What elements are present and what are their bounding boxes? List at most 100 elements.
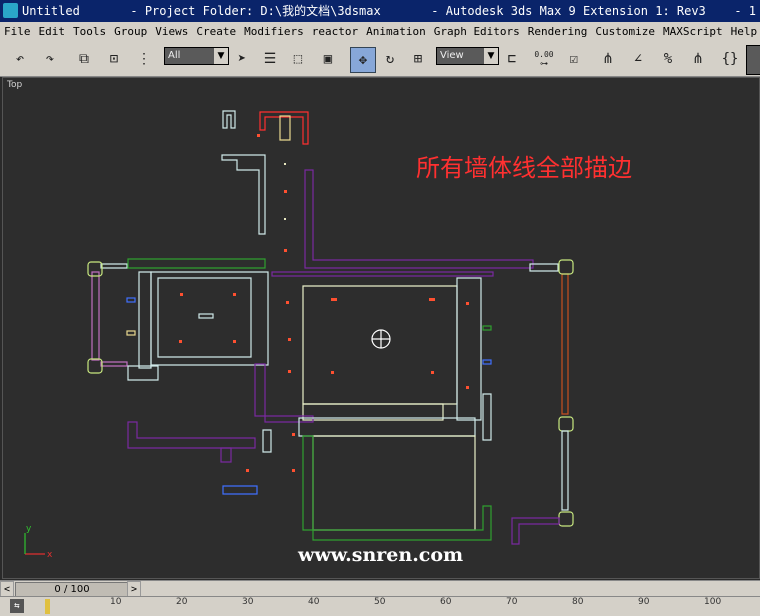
window-title: Untitled - Project Folder: D:\我的文档\3dsma…: [22, 0, 706, 22]
chevron-down-icon: ▼: [214, 48, 228, 64]
select-and-link-icon[interactable]: ⧉: [72, 47, 96, 71]
selection-filter-value: All: [168, 50, 181, 61]
wall-outline: [482, 393, 492, 441]
top-viewport[interactable]: Top y x 所有墙体线全部描边 www.snren.com: [2, 77, 760, 579]
ref-coord-value: View: [440, 50, 464, 61]
axis-y-label: y: [26, 524, 32, 534]
menu-customize[interactable]: Customize: [591, 22, 659, 42]
wall-outline: [91, 271, 100, 361]
snap-icon: ⊶: [540, 59, 548, 68]
menu-rendering[interactable]: Rendering: [524, 22, 592, 42]
select-by-name-icon[interactable]: ☰: [258, 47, 282, 71]
unlink-selection-icon[interactable]: ⊡: [102, 47, 126, 71]
tick-label: 100: [704, 597, 722, 607]
title-bar: Untitled - Project Folder: D:\我的文档\3dsma…: [0, 0, 760, 22]
title-app: - Autodesk 3ds Max 9 Extension 1: Rev3: [431, 4, 706, 18]
select-and-scale-icon[interactable]: ⊞: [406, 47, 430, 71]
percent-snap-icon[interactable]: %: [656, 47, 680, 71]
wall-outline: [259, 111, 309, 145]
title-tail: - 1: [734, 4, 756, 18]
menu-maxscript[interactable]: MAXScript: [659, 22, 727, 42]
column-node: [558, 259, 574, 275]
time-slider[interactable]: 0 / 100: [15, 582, 129, 597]
wall-outline: [304, 169, 534, 269]
window-mark: [126, 297, 136, 303]
wall-outline: [254, 363, 266, 417]
tick-label: 20: [176, 597, 188, 607]
tick-label: 60: [440, 597, 452, 607]
menu-animation[interactable]: Animation: [362, 22, 430, 42]
next-frame-button[interactable]: >: [127, 581, 141, 597]
window-mark: [482, 359, 492, 365]
key-mode-icon[interactable]: ⇆: [10, 599, 24, 613]
column-node: [558, 416, 574, 432]
wall-outline: [127, 421, 256, 449]
tick-label: 30: [242, 597, 254, 607]
wall-outline: [220, 447, 232, 463]
menu-modifiers[interactable]: Modifiers: [240, 22, 308, 42]
snap-value: 0.00: [534, 50, 554, 59]
menu-tools[interactable]: Tools: [69, 22, 110, 42]
wall-outline: [100, 263, 128, 269]
window-crossing-icon[interactable]: ▣: [316, 47, 340, 71]
fixture-mark: [198, 313, 214, 319]
main-toolbar: ↶ ↷ ⧉ ⊡ ⋮ All ▼ ➤ ☰ ⬚ ▣ ✥ ↻ ⊞ View ▼ ⊏ 0…: [0, 42, 760, 77]
menu-help[interactable]: Help: [727, 22, 760, 42]
menu-create[interactable]: Create: [192, 22, 240, 42]
select-and-rotate-icon[interactable]: ↻: [378, 47, 402, 71]
menu-file[interactable]: File: [0, 22, 35, 42]
tick-label: 70: [506, 597, 518, 607]
spinner-snap-toggle[interactable]: 0.00 ⊶: [532, 47, 556, 71]
pivot-center-icon[interactable]: ⊏: [500, 47, 524, 71]
watermark-text: www.snren.com: [298, 544, 464, 566]
menu-graph-editors[interactable]: Graph Editors: [430, 22, 524, 42]
wall-outline: [221, 154, 266, 235]
wall-outline: [511, 517, 560, 545]
spinner-snap-icon[interactable]: ⋔: [686, 47, 710, 71]
tick-label: 40: [308, 597, 320, 607]
frame-display: 0 / 100: [54, 584, 90, 595]
wall-outline: [264, 415, 314, 423]
wall-outline: [312, 435, 476, 531]
axis-x-label: x: [47, 550, 53, 560]
select-object-icon[interactable]: ➤: [230, 47, 254, 71]
wall-outline: [262, 429, 272, 453]
menu-reactor[interactable]: reactor: [308, 22, 362, 42]
snap-3d-icon[interactable]: ⋔: [596, 47, 620, 71]
time-marker[interactable]: [45, 599, 50, 614]
undo-icon[interactable]: ↶: [8, 47, 32, 71]
named-selection-sets-icon[interactable]: {}: [718, 47, 742, 71]
wall-outline: [222, 485, 258, 495]
tick-label: 10: [110, 597, 122, 607]
wall-outline: [100, 361, 128, 367]
wall-outline: [271, 271, 494, 277]
wall-outline: [222, 110, 236, 129]
angle-snap-icon[interactable]: ∠: [626, 47, 650, 71]
menu-views[interactable]: Views: [151, 22, 192, 42]
title-file: Untitled: [22, 4, 80, 18]
tick-label: 50: [374, 597, 386, 607]
window-mark: [126, 330, 136, 336]
wall-outline: [456, 277, 482, 421]
track-bar[interactable]: ⇆ 10 20 30 40 50 60 70 80 90 100: [0, 596, 760, 616]
floor-plan-drawing: y x: [24, 110, 574, 560]
title-project: - Project Folder: D:\我的文档\3dsmax: [130, 4, 381, 18]
wall-outline: [561, 273, 569, 415]
bind-space-warp-icon[interactable]: ⋮: [132, 47, 156, 71]
column-node: [558, 511, 574, 527]
selection-filter-dropdown[interactable]: All ▼: [164, 47, 229, 65]
app-icon[interactable]: [3, 3, 18, 18]
select-and-move-icon[interactable]: ✥: [350, 47, 376, 73]
annotation-text: 所有墙体线全部描边: [416, 154, 632, 182]
named-selection-field[interactable]: [746, 45, 760, 75]
menu-edit[interactable]: Edit: [35, 22, 70, 42]
menu-bar: File Edit Tools Group Views Create Modifiers re…: [0, 22, 760, 42]
chevron-down-icon: ▼: [484, 48, 498, 64]
reference-coordinate-dropdown[interactable]: View ▼: [436, 47, 499, 65]
rectangular-selection-icon[interactable]: ⬚: [286, 47, 310, 71]
menu-group[interactable]: Group: [110, 22, 151, 42]
edit-named-selection-icon[interactable]: ☑: [562, 47, 586, 71]
redo-icon[interactable]: ↷: [38, 47, 62, 71]
column-node: [87, 358, 103, 374]
prev-frame-button[interactable]: <: [0, 581, 14, 597]
